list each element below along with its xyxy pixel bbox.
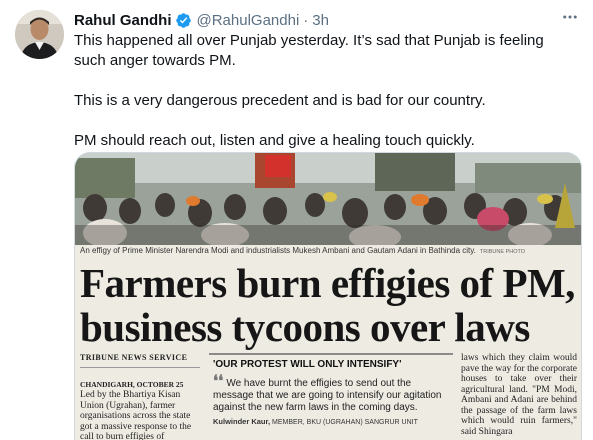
caption-text: An effigy of Prime Minister Narendra Mod…: [80, 246, 476, 255]
quote-mark-icon: ❛❛: [213, 373, 224, 390]
tweet-media-image[interactable]: An effigy of Prime Minister Narendra Mod…: [74, 152, 582, 440]
tweet[interactable]: Rahul Gandhi @RahulGandhi · 3h This happ…: [0, 0, 593, 440]
header-separator: ·: [303, 11, 309, 29]
tweet-timestamp[interactable]: 3h: [312, 12, 329, 29]
article-right-text: laws which they claim would pave the way…: [461, 353, 577, 437]
tweet-text: This happened all over Punjab yesterday.…: [74, 31, 579, 151]
photo-credit: TRIBUNE PHOTO: [479, 249, 526, 255]
photo-caption: An effigy of Prime Minister Narendra Mod…: [80, 246, 525, 255]
attribution-role: MEMBER, BKU (UGRAHAN) SANGRUR UNIT: [272, 419, 418, 426]
article-right-column: laws which they claim would pave the way…: [461, 353, 577, 437]
article-left-column: TRIBUNE NEWS SERVICE CHANDIGARH, OCTOBER…: [80, 353, 200, 440]
article-byline: TRIBUNE NEWS SERVICE: [80, 353, 200, 368]
article-dateline: CHANDIGARH, OCTOBER 25: [80, 379, 184, 389]
headline-line: business tycoons over laws: [80, 304, 530, 350]
tweet-paragraph: This is a very dangerous precedent and i…: [74, 92, 486, 109]
newspaper-headline: Farmers burn effigies of PM, business ty…: [80, 261, 580, 349]
article-left-text: Led by the Bhartiya Kisan Union (Ugrahan…: [80, 390, 192, 440]
pull-quote-attribution: Kulwinder Kaur, MEMBER, BKU (UGRAHAN) SA…: [213, 417, 453, 426]
author-name[interactable]: Rahul Gandhi: [74, 12, 172, 29]
avatar-image: [15, 10, 64, 59]
pull-quote-box: 'OUR PROTEST WILL ONLY INTENSIFY' ❛❛ We h…: [209, 353, 453, 440]
tweet-header: Rahul Gandhi @RahulGandhi · 3h: [74, 10, 329, 30]
tweet-paragraph: This happened all over Punjab yesterday.…: [74, 32, 544, 69]
attribution-name: Kulwinder Kaur,: [213, 417, 271, 426]
verified-badge-icon: [175, 12, 192, 29]
protest-photo: [75, 153, 581, 245]
avatar[interactable]: [15, 10, 64, 59]
more-horizontal-icon[interactable]: [561, 8, 579, 26]
author-handle[interactable]: @RahulGandhi: [197, 12, 300, 29]
tweet-paragraph: PM should reach out, listen and give a h…: [74, 132, 475, 149]
pull-quote-title: 'OUR PROTEST WILL ONLY INTENSIFY': [213, 359, 402, 370]
pull-quote-text: We have burnt the effigies to send out t…: [213, 378, 442, 413]
headline-line: Farmers burn effigies of PM,: [80, 260, 575, 306]
pull-quote-body: ❛❛ We have burnt the effigies to send out…: [213, 373, 453, 414]
